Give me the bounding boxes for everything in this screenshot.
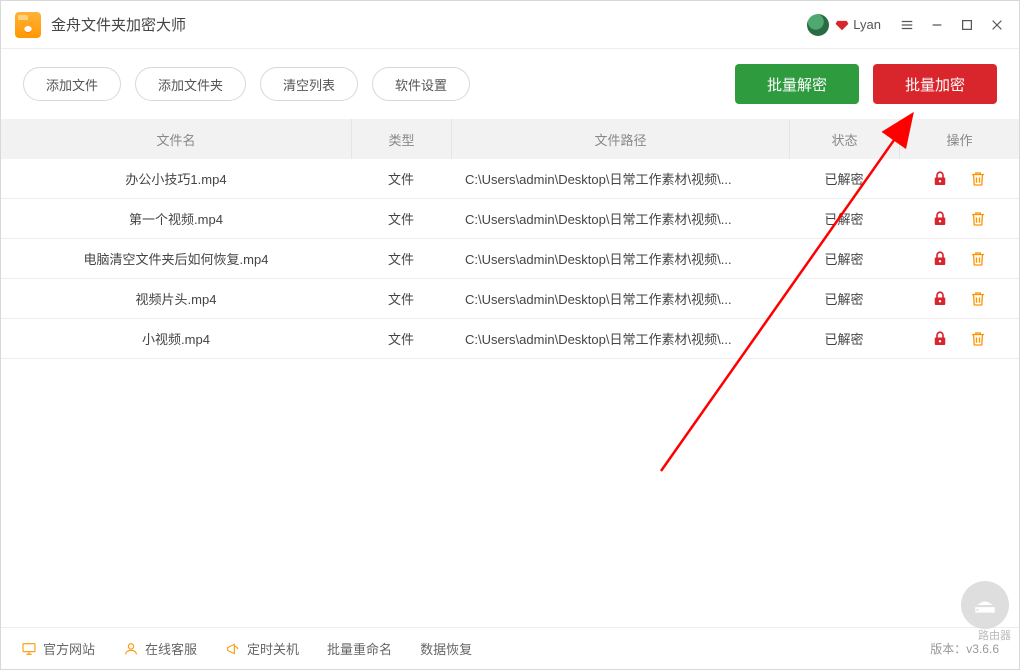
lock-icon[interactable] [931,250,949,268]
vip-diamond-icon [835,18,849,32]
table-row[interactable]: 视频片头.mp4文件C:\Users\admin\Desktop\日常工作素材\… [1,279,1019,319]
footer: 官方网站 在线客服 定时关机 批量重命名 数据恢复 版本：v3.6.6 [1,627,1019,669]
app-logo-icon [15,12,41,38]
footer-website-link[interactable]: 官方网站 [21,639,95,658]
table-row[interactable]: 小视频.mp4文件C:\Users\admin\Desktop\日常工作素材\视… [1,319,1019,359]
router-watermark-icon [961,581,1009,629]
app-title: 金舟文件夹加密大师 [51,14,186,35]
cell-path: C:\Users\admin\Desktop\日常工作素材\视频\... [451,199,789,238]
col-header-status: 状态 [789,119,899,159]
delete-icon[interactable] [969,290,987,308]
col-header-name: 文件名 [1,119,351,159]
lock-icon[interactable] [931,290,949,308]
lock-icon[interactable] [931,170,949,188]
table-header: 文件名 类型 文件路径 状态 操作 [1,119,1019,159]
user-avatar[interactable] [807,14,829,36]
table-row[interactable]: 电脑清空文件夹后如何恢复.mp4文件C:\Users\admin\Desktop… [1,239,1019,279]
titlebar: 金舟文件夹加密大师 Lyan [1,1,1019,49]
cell-type: 文件 [351,319,451,358]
footer-recover-link[interactable]: 数据恢复 [420,639,472,658]
table-body: 办公小技巧1.mp4文件C:\Users\admin\Desktop\日常工作素… [1,159,1019,359]
cell-name: 电脑清空文件夹后如何恢复.mp4 [1,239,351,278]
footer-rename-link[interactable]: 批量重命名 [327,639,392,658]
cell-name: 办公小技巧1.mp4 [1,159,351,198]
delete-icon[interactable] [969,330,987,348]
cell-path: C:\Users\admin\Desktop\日常工作素材\视频\... [451,279,789,318]
cell-type: 文件 [351,199,451,238]
username-label[interactable]: Lyan [853,17,881,32]
cell-status: 已解密 [789,199,899,238]
clear-list-button[interactable]: 清空列表 [260,67,358,101]
cell-name: 视频片头.mp4 [1,279,351,318]
monitor-icon [21,641,37,657]
batch-decrypt-button[interactable]: 批量解密 [735,64,859,104]
footer-shutdown-link[interactable]: 定时关机 [225,639,299,658]
router-watermark-label: 路由器 [978,627,1011,643]
footer-shutdown-label: 定时关机 [247,639,299,658]
delete-icon[interactable] [969,210,987,228]
megaphone-icon [225,641,241,657]
table-row[interactable]: 第一个视频.mp4文件C:\Users\admin\Desktop\日常工作素材… [1,199,1019,239]
col-header-action: 操作 [899,119,1019,159]
cell-status: 已解密 [789,159,899,198]
footer-support-link[interactable]: 在线客服 [123,639,197,658]
cell-status: 已解密 [789,239,899,278]
col-header-type: 类型 [351,119,451,159]
minimize-button[interactable] [929,17,945,33]
cell-path: C:\Users\admin\Desktop\日常工作素材\视频\... [451,239,789,278]
app-window: 金舟文件夹加密大师 Lyan 添加文件 添加文件夹 清空列表 软件设置 [0,0,1020,670]
cell-path: C:\Users\admin\Desktop\日常工作素材\视频\... [451,159,789,198]
cell-type: 文件 [351,159,451,198]
cell-status: 已解密 [789,279,899,318]
file-table: 文件名 类型 文件路径 状态 操作 办公小技巧1.mp4文件C:\Users\a… [1,119,1019,359]
footer-website-label: 官方网站 [43,639,95,658]
cell-type: 文件 [351,239,451,278]
add-folder-button[interactable]: 添加文件夹 [135,67,246,101]
table-row[interactable]: 办公小技巧1.mp4文件C:\Users\admin\Desktop\日常工作素… [1,159,1019,199]
col-header-path: 文件路径 [451,119,789,159]
cell-name: 第一个视频.mp4 [1,199,351,238]
add-file-button[interactable]: 添加文件 [23,67,121,101]
maximize-button[interactable] [959,17,975,33]
cell-path: C:\Users\admin\Desktop\日常工作素材\视频\... [451,319,789,358]
close-button[interactable] [989,17,1005,33]
footer-recover-label: 数据恢复 [420,639,472,658]
lock-icon[interactable] [931,330,949,348]
toolbar: 添加文件 添加文件夹 清空列表 软件设置 批量解密 批量加密 [1,49,1019,119]
cell-type: 文件 [351,279,451,318]
support-icon [123,641,139,657]
batch-encrypt-button[interactable]: 批量加密 [873,64,997,104]
footer-rename-label: 批量重命名 [327,639,392,658]
menu-button[interactable] [899,17,915,33]
lock-icon[interactable] [931,210,949,228]
settings-button[interactable]: 软件设置 [372,67,470,101]
cell-name: 小视频.mp4 [1,319,351,358]
delete-icon[interactable] [969,170,987,188]
delete-icon[interactable] [969,250,987,268]
cell-status: 已解密 [789,319,899,358]
footer-support-label: 在线客服 [145,639,197,658]
